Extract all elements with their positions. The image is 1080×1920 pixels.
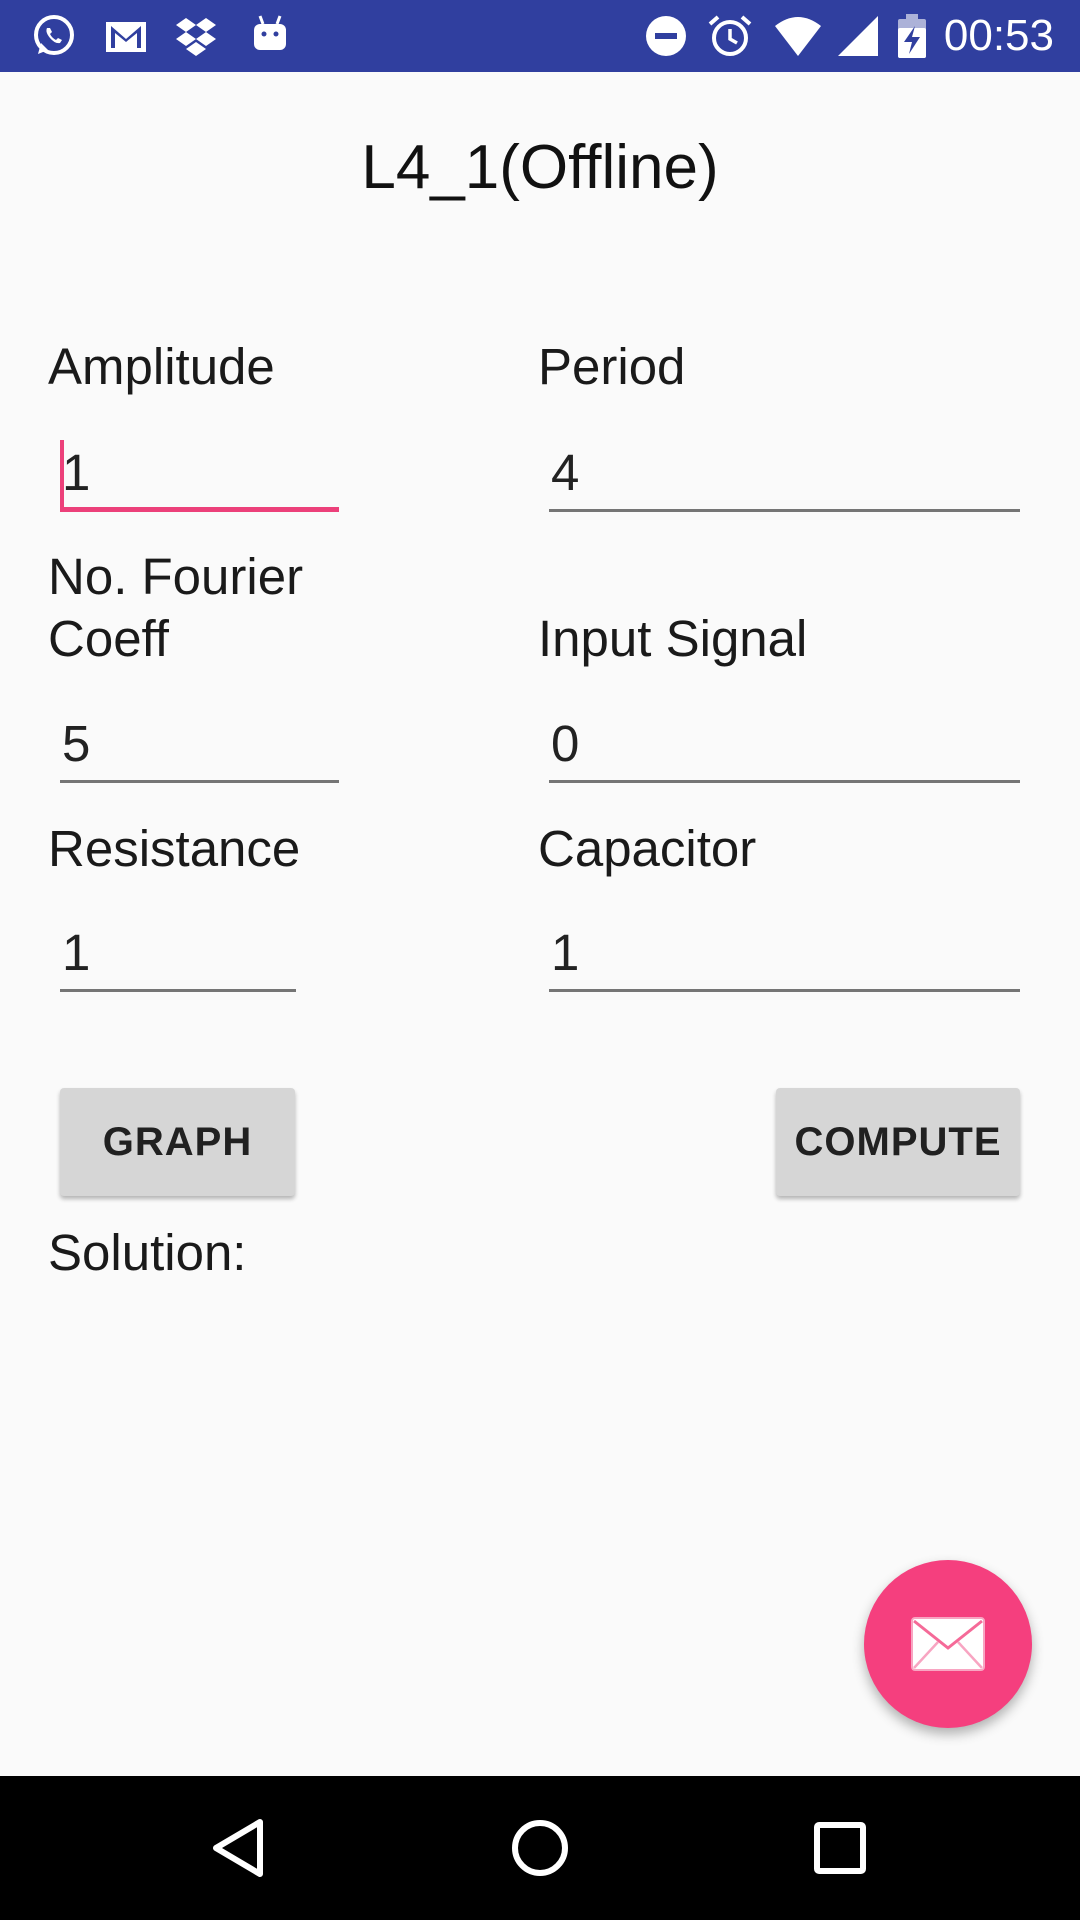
period-input[interactable]: 4 bbox=[549, 434, 1020, 512]
input-signal-input[interactable]: 0 bbox=[549, 705, 1020, 783]
period-value: 4 bbox=[551, 444, 580, 501]
whatsapp-icon bbox=[34, 15, 74, 55]
capacitor-label: Capacitor bbox=[538, 820, 757, 877]
status-clock: 00:53 bbox=[943, 11, 1054, 60]
navigation-bar bbox=[0, 1776, 1080, 1920]
email-icon bbox=[911, 1617, 985, 1671]
page-title: L4_1(Offline) bbox=[361, 133, 719, 202]
amplitude-input[interactable]: 1 bbox=[60, 434, 339, 512]
resistance-input[interactable]: 1 bbox=[60, 914, 296, 992]
recents-icon[interactable] bbox=[804, 1812, 876, 1884]
alarm-icon bbox=[708, 15, 752, 56]
fourier-coeff-label: No. Fourier Coeff bbox=[48, 546, 303, 670]
amplitude-value: 1 bbox=[62, 444, 91, 501]
do-not-disturb-icon bbox=[646, 16, 686, 56]
capacitor-value: 1 bbox=[551, 924, 580, 981]
capacitor-input[interactable]: 1 bbox=[549, 914, 1020, 992]
fourier-coeff-label-line1: No. Fourier bbox=[48, 548, 304, 605]
input-signal-label: Input Signal bbox=[538, 610, 808, 667]
amplitude-label: Amplitude bbox=[48, 338, 275, 395]
fourier-coeff-label-line2: Coeff bbox=[48, 610, 169, 667]
signal-icon bbox=[838, 16, 878, 56]
status-bar: 00:53 bbox=[0, 0, 1080, 72]
android-icon bbox=[254, 15, 286, 50]
input-signal-value: 0 bbox=[551, 715, 580, 772]
home-icon[interactable] bbox=[504, 1812, 576, 1884]
gmail-icon bbox=[106, 22, 146, 52]
solution-label: Solution: bbox=[48, 1224, 247, 1281]
period-label: Period bbox=[538, 338, 686, 395]
dropbox-icon bbox=[176, 18, 216, 56]
back-icon[interactable] bbox=[204, 1812, 276, 1884]
compute-button[interactable]: COMPUTE bbox=[776, 1088, 1020, 1196]
graph-button[interactable]: GRAPH bbox=[60, 1088, 295, 1196]
resistance-value: 1 bbox=[62, 924, 91, 981]
fourier-coeff-input[interactable]: 5 bbox=[60, 705, 339, 783]
resistance-label: Resistance bbox=[48, 820, 301, 877]
email-fab-button[interactable] bbox=[864, 1560, 1032, 1728]
battery-charging-icon bbox=[898, 14, 926, 58]
fourier-coeff-value: 5 bbox=[62, 715, 91, 772]
wifi-icon bbox=[775, 17, 821, 56]
